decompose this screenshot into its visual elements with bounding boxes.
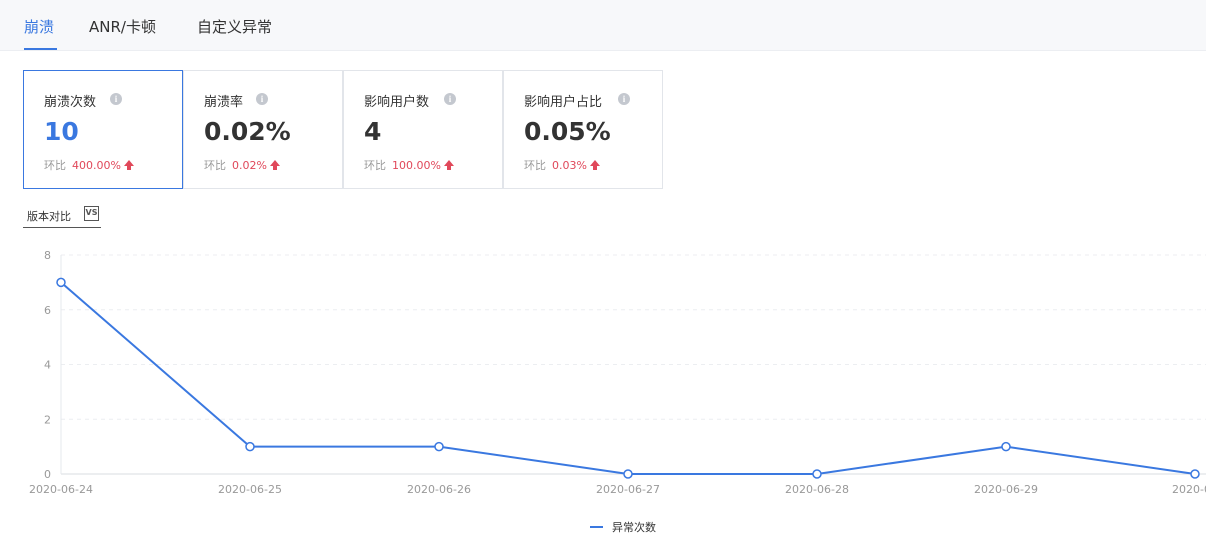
metric-card-crash-rate[interactable]: 崩溃率 i 0.02% 环比 0.02% <box>183 70 343 189</box>
tab-crash[interactable]: 崩溃 <box>24 16 54 37</box>
compare-label: 环比 <box>524 159 546 172</box>
compare-label: 环比 <box>364 159 386 172</box>
metric-compare: 环比 0.03% <box>524 157 600 173</box>
metric-cards: 崩溃次数 i 10 环比 400.00% 崩溃率 i 0.02% 环比 0.02% … <box>23 70 663 189</box>
series-line <box>60 281 1196 475</box>
y-tick-label: 2 <box>44 413 51 426</box>
data-point <box>434 441 444 452</box>
tab-custom-exception[interactable]: 自定义异常 <box>197 16 272 37</box>
metric-card-affected-users[interactable]: 影响用户数 i 4 环比 100.00% <box>343 70 503 189</box>
active-tab-indicator <box>24 48 57 50</box>
x-tick-label: 2020-06-26 <box>407 483 471 496</box>
metric-compare: 环比 100.00% <box>364 157 454 173</box>
crash-trend-chart: 0 2 4 6 8 2020-06-24 2020-06-25 2020-06-26 2020-… <box>29 249 1206 496</box>
trend-up-icon <box>443 160 454 170</box>
compare-label: 环比 <box>204 159 226 172</box>
metric-card-affected-user-ratio[interactable]: 影响用户占比 i 0.05% 环比 0.03% <box>503 70 663 189</box>
y-tick-label: 0 <box>44 468 51 481</box>
metric-value: 4 <box>364 117 382 146</box>
data-point <box>245 441 255 452</box>
compare-value: 0.03% <box>552 159 587 172</box>
x-tick-label: 2020-06-27 <box>596 483 660 496</box>
x-tick-label: 2020-06-25 <box>218 483 282 496</box>
metric-card-crash-count[interactable]: 崩溃次数 i 10 环比 400.00% <box>23 70 183 189</box>
data-point <box>56 277 66 288</box>
tab-anr[interactable]: ANR/卡顿 <box>89 16 156 37</box>
compare-value: 400.00% <box>72 159 121 172</box>
data-point <box>1190 469 1200 479</box>
legend-label: 异常次数 <box>612 521 656 534</box>
metric-title: 崩溃次数 <box>44 95 97 110</box>
version-compare-button[interactable]: 版本对比 VS <box>23 205 101 228</box>
metric-title: 影响用户占比 <box>524 95 603 110</box>
x-tick-label: 2020-06-24 <box>29 483 93 496</box>
metric-value: 10 <box>44 117 79 146</box>
x-tick-label: 2020-06 <box>1172 483 1206 496</box>
metric-compare: 环比 0.02% <box>204 157 280 173</box>
trend-up-icon <box>123 160 134 170</box>
info-icon[interactable]: i <box>110 93 122 105</box>
data-point <box>623 469 633 479</box>
trend-up-icon <box>589 160 600 170</box>
compare-value: 0.02% <box>232 159 267 172</box>
vs-icon: VS <box>84 206 99 221</box>
metric-title: 影响用户数 <box>364 95 430 110</box>
legend-swatch <box>590 526 603 528</box>
x-tick-label: 2020-06-29 <box>974 483 1038 496</box>
compare-label: 环比 <box>44 159 66 172</box>
version-compare-label: 版本对比 <box>27 210 71 223</box>
metric-value: 0.05% <box>524 117 611 146</box>
metric-value: 0.02% <box>204 117 291 146</box>
info-icon[interactable]: i <box>618 93 630 105</box>
info-icon[interactable]: i <box>256 93 268 105</box>
y-tick-label: 6 <box>44 304 51 317</box>
metric-title: 崩溃率 <box>204 95 244 110</box>
data-point <box>812 469 822 479</box>
tab-bar: 崩溃 ANR/卡顿 自定义异常 <box>0 0 1206 51</box>
compare-value: 100.00% <box>392 159 441 172</box>
y-tick-label: 8 <box>44 249 51 262</box>
data-point <box>1001 441 1011 452</box>
trend-up-icon <box>269 160 280 170</box>
y-tick-label: 4 <box>44 359 51 372</box>
info-icon[interactable]: i <box>444 93 456 105</box>
x-tick-label: 2020-06-28 <box>785 483 849 496</box>
metric-compare: 环比 400.00% <box>44 157 134 173</box>
